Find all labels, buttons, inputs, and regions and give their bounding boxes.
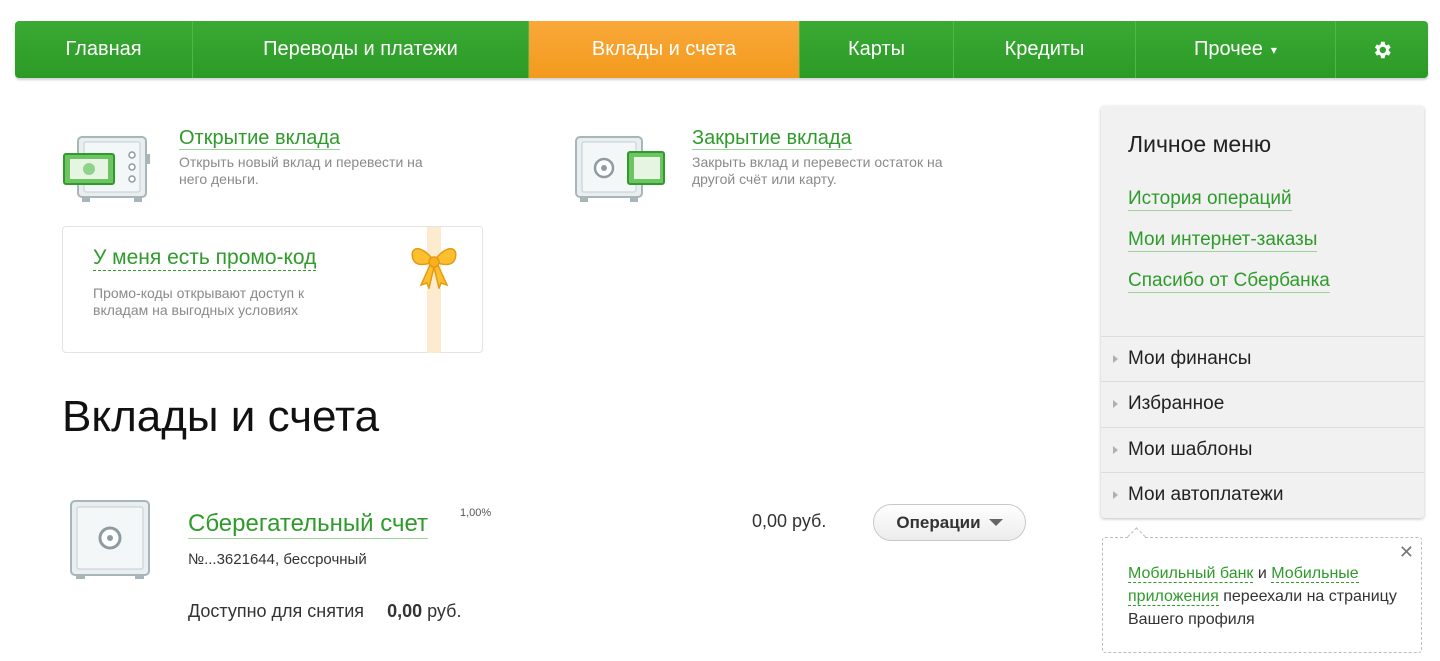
promo-code-description: Промо-коды открывают доступ к вкладам на… [93, 285, 305, 318]
personal-menu-title: Личное меню [1128, 131, 1272, 157]
close-deposit-tile: Закрытие вклада Закрыть вклад и перевест… [574, 124, 962, 202]
promo-code-box: У меня есть промо-код Промо-коды открыва… [62, 226, 483, 353]
link-operations-history[interactable]: История операций [1128, 188, 1292, 211]
link-internet-orders[interactable]: Мои интернет-заказы [1128, 229, 1318, 252]
account-name-link[interactable]: Сберегательный счет [188, 510, 429, 539]
operations-label: Операции [896, 512, 981, 532]
menu-section-label: Мои финансы [1128, 348, 1252, 369]
account-balance: 0,00 руб. [752, 511, 827, 531]
promo-code-link[interactable]: У меня есть промо-код [93, 246, 317, 271]
chevron-right-icon [1113, 446, 1118, 454]
menu-section-autopayments[interactable]: Мои автоплатежи [1101, 472, 1424, 517]
nav-item-deposits[interactable]: Вклады и счета [529, 21, 800, 78]
nav-item-more[interactable]: Прочее ▾ [1136, 21, 1336, 78]
page-title: Вклады и счета [62, 392, 380, 441]
operations-button[interactable]: Операции [873, 504, 1026, 541]
mobile-bank-link[interactable]: Мобильный банк [1128, 565, 1254, 583]
available-value: 0,00 [387, 601, 423, 621]
open-deposit-link[interactable]: Открытие вклада [179, 127, 341, 150]
chevron-right-icon [1113, 491, 1118, 499]
gift-bow-icon [411, 248, 457, 289]
menu-section-favorites[interactable]: Избранное [1101, 381, 1424, 426]
notice-and: и [1257, 565, 1267, 582]
menu-section-label: Мои автоплатежи [1128, 484, 1284, 505]
account-number: №...3621644, бессрочный [188, 551, 367, 568]
menu-section-finances[interactable]: Мои финансы [1101, 336, 1424, 381]
chevron-right-icon [1113, 355, 1118, 363]
notice-pointer [1127, 527, 1146, 546]
nav-item-cards[interactable]: Карты [800, 21, 954, 78]
nav-item-transfers[interactable]: Переводы и платежи [193, 21, 529, 78]
link-spasibo[interactable]: Спасибо от Сбербанка [1128, 270, 1330, 293]
close-deposit-description: Закрыть вклад и перевести остаток на дру… [692, 154, 943, 187]
available-currency: руб. [427, 601, 462, 621]
chevron-down-icon: ▾ [1270, 42, 1277, 57]
nav-more-label: Прочее [1194, 38, 1263, 60]
personal-menu: Личное меню История операций Мои интерне… [1101, 106, 1424, 518]
settings-button[interactable] [1336, 21, 1428, 78]
account-rate: 1,00% [460, 507, 492, 519]
open-deposit-description: Открыть новый вклад и перевести на него … [179, 154, 423, 187]
close-icon[interactable]: ✕ [1399, 541, 1414, 564]
safe-close-icon [574, 124, 692, 202]
gear-icon [1374, 41, 1391, 58]
close-deposit-link[interactable]: Закрытие вклада [692, 127, 852, 150]
mobile-notice: ✕ Мобильный банк и Мобильные приложения … [1102, 527, 1422, 653]
chevron-right-icon [1113, 400, 1118, 408]
top-navigation: Главная Переводы и платежи Вклады и счет… [15, 21, 1428, 78]
menu-section-label: Избранное [1128, 393, 1225, 414]
nav-item-credits[interactable]: Кредиты [954, 21, 1136, 78]
safe-icon [70, 500, 152, 585]
open-deposit-tile: Открытие вклада Открыть новый вклад и пе… [62, 124, 444, 202]
menu-section-label: Мои шаблоны [1128, 439, 1253, 460]
safe-open-icon [62, 124, 179, 202]
menu-section-templates[interactable]: Мои шаблоны [1101, 427, 1424, 472]
notice-text: Мобильный банк и Мобильные приложения пе… [1128, 562, 1398, 631]
available-label: Доступно для снятия [188, 601, 365, 621]
available-row: Доступно для снятия 0,00 руб. [188, 601, 461, 622]
nav-item-home[interactable]: Главная [15, 21, 193, 78]
chevron-down-icon [988, 519, 1003, 526]
